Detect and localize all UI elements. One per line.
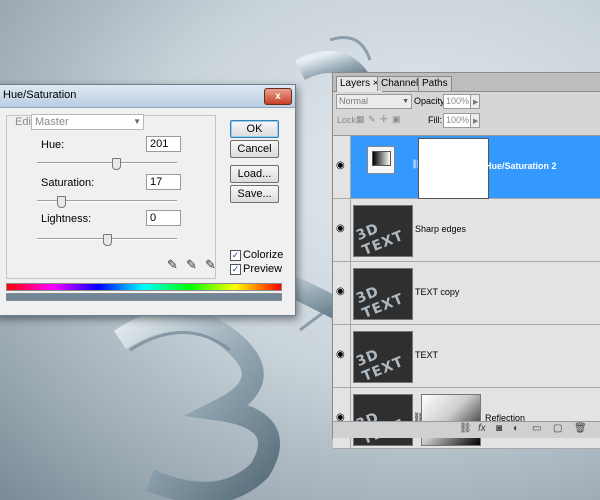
layer-name: Hue/Saturation 2 [485,161,557,171]
adjustment-group [6,115,216,279]
visibility-toggle[interactable]: ◉ [333,325,351,387]
layer-thumbnail[interactable]: 3D TEXT [353,205,413,257]
visibility-toggle[interactable]: ◉ [333,262,351,324]
panel-tabs: Layers × Channels Paths [333,73,600,92]
add-mask-icon[interactable]: ◙ [496,423,502,434]
lock-transparent-icon[interactable]: ▦ [356,114,365,125]
opacity-input[interactable]: 100% [443,94,471,109]
hue-label: Hue: [41,139,65,151]
chevron-right-icon: ▶ [473,118,479,125]
lock-position-icon[interactable]: ✛ [380,114,388,125]
fill-input[interactable]: 100% [443,113,471,128]
dialog-titlebar[interactable]: Hue/Saturation x [0,85,295,108]
blend-mode-value: Normal [339,96,369,106]
visibility-toggle[interactable]: ◉ [333,136,351,198]
saturation-slider-thumb[interactable] [57,196,66,208]
layer-sharp-edges[interactable]: ◉ 3D TEXT Sharp edges [333,199,600,262]
lock-all-icon[interactable]: ▣ [392,114,401,125]
input-color-bar [6,283,282,291]
layer-name: TEXT [415,350,439,360]
eyedropper-plus-icon[interactable]: ✎ [186,257,197,273]
layer-text-copy[interactable]: ◉ 3D TEXT TEXT copy [333,262,600,325]
adjustment-layer-icon [367,146,395,174]
eye-icon: ◉ [336,286,345,297]
layer-mask-thumbnail[interactable] [421,394,481,446]
layer-hue-saturation-2[interactable]: ◉ ⛓ Hue/Saturation 2 [333,136,600,199]
layer-thumbnail[interactable]: 3D TEXT [353,394,413,446]
dialog-title: Hue/Saturation [3,89,77,101]
layers-panel: Layers × Channels Paths Normal ▼ Opacity… [332,72,600,449]
visibility-toggle[interactable]: ◉ [333,388,351,448]
visibility-toggle[interactable]: ◉ [333,199,351,261]
trash-icon[interactable]: 🗑 [574,423,587,434]
hue-input[interactable]: 201 [146,136,181,152]
ok-button[interactable]: OK [230,120,279,138]
save-button[interactable]: Save... [230,185,279,203]
close-button[interactable]: x [264,88,292,105]
chevron-down-icon: ▼ [402,98,409,105]
chevron-down-icon: ▼ [133,117,141,126]
edit-select-value: Master [35,116,69,128]
layer-name: TEXT copy [415,287,460,297]
lightness-input[interactable]: 0 [146,210,181,226]
saturation-label: Saturation: [41,177,95,189]
tab-paths[interactable]: Paths [418,76,452,91]
thumbnail-text: 3D TEXT [353,346,407,383]
eye-icon: ◉ [336,160,345,171]
load-button[interactable]: Load... [230,165,279,183]
eye-icon: ◉ [336,223,345,234]
blend-mode-select[interactable]: Normal ▼ [336,94,412,109]
saturation-input[interactable]: 17 [146,174,181,190]
fill-label: Fill: [428,115,442,125]
preview-checkbox[interactable]: ✓ [230,264,241,275]
new-layer-icon[interactable]: ▢ [553,423,562,434]
new-group-icon[interactable]: ▭ [532,423,541,434]
chevron-right-icon: ▶ [473,99,479,106]
adjustment-layer-icon[interactable]: ◐ [513,423,519,434]
lightness-label: Lightness: [41,213,92,225]
hue-saturation-dialog: Hue/Saturation x Edit: Master ▼ Hue: 201… [0,84,296,316]
layer-mask-thumbnail[interactable] [418,138,489,199]
output-color-bar [6,293,282,301]
edit-select[interactable]: Master ▼ [31,114,144,130]
colorize-label: Colorize [243,249,284,261]
link-layers-icon[interactable]: ⛓ [459,423,472,434]
layer-text[interactable]: ◉ 3D TEXT TEXT [333,325,600,388]
hue-slider-thumb[interactable] [112,158,121,170]
layers-footer: ⛓ fx ◙ ◐ ▭ ▢ 🗑 [333,421,600,438]
layer-reflection[interactable]: ◉ 3D TEXT ⛓ Reflection [333,388,600,449]
eyedropper-icon[interactable]: ✎ [167,257,178,273]
thumbnail-text: 3D TEXT [353,283,407,320]
opacity-slider-button[interactable]: ▶ [470,94,480,109]
fx-icon[interactable]: fx [478,423,486,434]
layer-thumbnail[interactable]: 3D TEXT [353,331,413,383]
tab-layers[interactable]: Layers × [336,76,383,92]
cancel-button[interactable]: Cancel [230,140,279,158]
eyedropper-minus-icon[interactable]: ✎ [205,257,216,273]
hue-slider-track[interactable] [37,162,177,164]
lightness-slider-thumb[interactable] [103,234,112,246]
eye-icon: ◉ [336,349,345,360]
layer-name: Sharp edges [415,224,467,234]
preview-label: Preview [243,263,283,275]
histogram-icon [372,151,391,166]
layers-list: ◉ ⛓ Hue/Saturation 2 ◉ 3D TEXT Sharp edg… [333,135,600,449]
colorize-checkbox[interactable]: ✓ [230,250,241,261]
layer-thumbnail[interactable]: 3D TEXT [353,268,413,320]
thumbnail-text: 3D TEXT [353,220,407,257]
lock-pixels-icon[interactable]: ✎ [368,114,376,125]
fill-slider-button[interactable]: ▶ [470,113,480,128]
